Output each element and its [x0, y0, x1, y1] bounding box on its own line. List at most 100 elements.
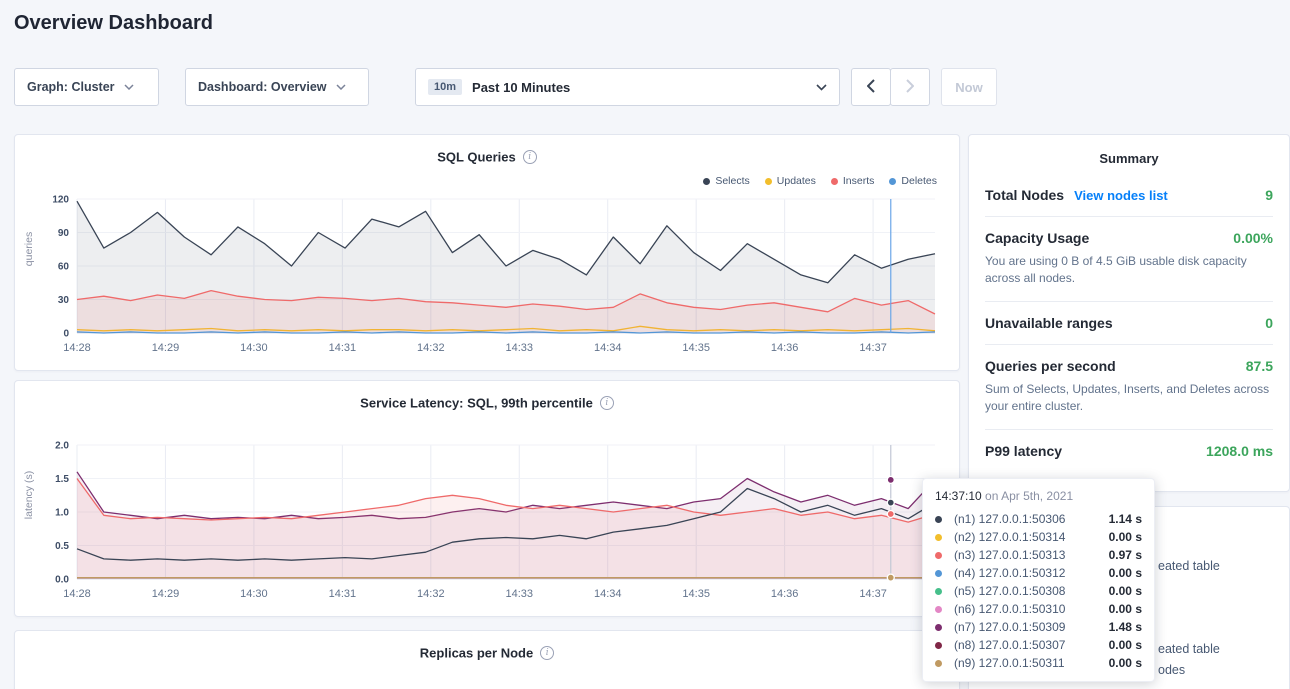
- svg-text:14:34: 14:34: [594, 342, 622, 354]
- svg-text:0.0: 0.0: [55, 575, 69, 586]
- node-color-dot-icon: [935, 588, 942, 595]
- tooltip-node-row: (n4) 127.0.0.1:503120.00 s: [935, 564, 1142, 582]
- svg-text:14:31: 14:31: [329, 588, 357, 600]
- node-color-dot-icon: [935, 624, 942, 631]
- svg-text:14:33: 14:33: [506, 588, 534, 600]
- tooltip-node-row: (n1) 127.0.0.1:503061.14 s: [935, 510, 1142, 528]
- svg-text:14:34: 14:34: [594, 588, 622, 600]
- node-color-dot-icon: [935, 606, 942, 613]
- graph-dropdown-label: Graph: Cluster: [27, 80, 115, 94]
- summary-row-total-nodes: Total Nodes View nodes list 9: [985, 174, 1273, 217]
- chevron-down-icon: [336, 84, 346, 90]
- view-nodes-list-link[interactable]: View nodes list: [1074, 188, 1168, 203]
- tooltip-node-row: (n5) 127.0.0.1:503080.00 s: [935, 582, 1142, 600]
- overview-dashboard-page: Overview Dashboard Graph: Cluster Dashbo…: [0, 0, 1290, 689]
- node-color-dot-icon: [935, 570, 942, 577]
- tooltip-timestamp: 14:37:10 on Apr 5th, 2021: [935, 489, 1142, 503]
- time-next-button[interactable]: [890, 68, 930, 106]
- svg-text:14:35: 14:35: [682, 342, 710, 354]
- time-range-selector[interactable]: 10m Past 10 Minutes: [415, 68, 840, 106]
- chart-title: Service Latency: SQL, 99th percentile: [360, 395, 593, 410]
- summary-value: 87.5: [1246, 358, 1273, 374]
- legend-item[interactable]: Updates: [765, 175, 816, 187]
- svg-text:14:33: 14:33: [506, 342, 534, 354]
- node-color-dot-icon: [935, 534, 942, 541]
- chevron-left-icon: [867, 79, 875, 96]
- summary-row-queries-per-second: Queries per second 87.5 Sum of Selects, …: [985, 345, 1273, 430]
- svg-text:120: 120: [52, 195, 69, 206]
- graph-dropdown[interactable]: Graph: Cluster: [14, 68, 159, 106]
- svg-text:14:36: 14:36: [771, 342, 799, 354]
- time-prev-button[interactable]: [851, 68, 891, 106]
- summary-label: Total Nodes: [985, 187, 1064, 203]
- svg-text:2.0: 2.0: [55, 441, 69, 452]
- svg-text:1.5: 1.5: [55, 474, 69, 485]
- page-title: Overview Dashboard: [14, 12, 213, 35]
- summary-label: Capacity Usage: [985, 230, 1089, 246]
- chevron-down-icon: [124, 84, 134, 90]
- summary-title: Summary: [969, 135, 1289, 174]
- sql-queries-chart-panel: SQL Queries Selects Updates Inserts Deletes…: [14, 134, 960, 371]
- svg-text:14:29: 14:29: [152, 342, 180, 354]
- info-icon[interactable]: [523, 150, 537, 164]
- event-item-fragment[interactable]: odes: [1158, 663, 1185, 677]
- svg-text:14:37: 14:37: [859, 342, 887, 354]
- legend-item[interactable]: Inserts: [831, 175, 875, 187]
- tooltip-node-row: (n6) 127.0.0.1:503100.00 s: [935, 600, 1142, 618]
- replicas-per-node-chart-panel: Replicas per Node: [14, 630, 960, 689]
- summary-value: 9: [1265, 187, 1273, 203]
- node-color-dot-icon: [935, 552, 942, 559]
- node-color-dot-icon: [935, 660, 942, 667]
- legend-dot-icon: [889, 178, 896, 185]
- summary-row-capacity-usage: Capacity Usage 0.00% You are using 0 B o…: [985, 217, 1273, 302]
- summary-row-p99-latency: P99 latency 1208.0 ms: [985, 430, 1273, 472]
- svg-text:14:31: 14:31: [329, 342, 357, 354]
- sql-queries-plot[interactable]: 14:2814:2914:3014:3114:3214:3314:3414:35…: [15, 187, 959, 366]
- tooltip-node-row: (n9) 127.0.0.1:503110.00 s: [935, 654, 1142, 672]
- summary-row-unavailable-ranges: Unavailable ranges 0: [985, 302, 1273, 345]
- svg-text:0.5: 0.5: [55, 541, 69, 552]
- dashboard-dropdown[interactable]: Dashboard: Overview: [185, 68, 369, 106]
- time-range-badge: 10m: [428, 79, 462, 95]
- svg-text:90: 90: [58, 228, 70, 239]
- svg-text:30: 30: [58, 295, 70, 306]
- svg-text:14:28: 14:28: [63, 342, 91, 354]
- svg-text:14:36: 14:36: [771, 588, 799, 600]
- svg-text:14:29: 14:29: [152, 588, 180, 600]
- summary-caption: Sum of Selects, Updates, Inserts, and De…: [985, 381, 1273, 416]
- summary-label: P99 latency: [985, 443, 1062, 459]
- legend-dot-icon: [831, 178, 838, 185]
- tooltip-node-row: (n7) 127.0.0.1:503091.48 s: [935, 618, 1142, 636]
- svg-text:14:32: 14:32: [417, 342, 445, 354]
- legend-dot-icon: [765, 178, 772, 185]
- legend-dot-icon: [703, 178, 710, 185]
- svg-text:14:32: 14:32: [417, 588, 445, 600]
- info-icon[interactable]: [540, 646, 554, 660]
- service-latency-plot[interactable]: 14:2814:2914:3014:3114:3214:3314:3414:35…: [15, 433, 959, 612]
- chevron-right-icon: [906, 79, 914, 96]
- svg-text:14:37: 14:37: [859, 588, 887, 600]
- svg-text:14:30: 14:30: [240, 588, 268, 600]
- chevron-down-icon: [816, 84, 827, 91]
- summary-value: 0: [1265, 315, 1273, 331]
- event-item-fragment[interactable]: eated table: [1158, 642, 1220, 656]
- summary-value: 1208.0 ms: [1206, 443, 1273, 459]
- chart-legend: Selects Updates Inserts Deletes: [703, 175, 937, 187]
- tooltip-node-row: (n3) 127.0.0.1:503130.97 s: [935, 546, 1142, 564]
- chart-title: Replicas per Node: [420, 645, 533, 660]
- chart-title: SQL Queries: [437, 149, 516, 164]
- legend-item[interactable]: Deletes: [889, 175, 937, 187]
- summary-value: 0.00%: [1233, 230, 1273, 246]
- latency-hover-tooltip: 14:37:10 on Apr 5th, 2021 (n1) 127.0.0.1…: [922, 478, 1155, 682]
- svg-text:0: 0: [63, 329, 69, 340]
- legend-item[interactable]: Selects: [703, 175, 749, 187]
- summary-label: Queries per second: [985, 358, 1116, 374]
- now-button[interactable]: Now: [941, 68, 997, 106]
- tooltip-node-row: (n2) 127.0.0.1:503140.00 s: [935, 528, 1142, 546]
- info-icon[interactable]: [600, 396, 614, 410]
- summary-panel: Summary Total Nodes View nodes list 9 Ca…: [968, 134, 1290, 492]
- node-color-dot-icon: [935, 516, 942, 523]
- event-item-fragment[interactable]: eated table: [1158, 559, 1220, 573]
- dashboard-dropdown-label: Dashboard: Overview: [198, 80, 327, 94]
- svg-text:60: 60: [58, 262, 70, 273]
